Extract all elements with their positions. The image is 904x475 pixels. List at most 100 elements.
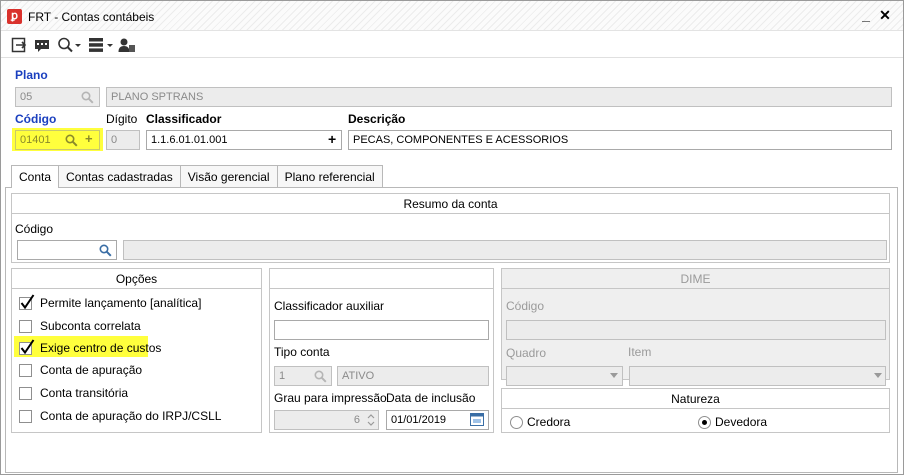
- dime-item-select: [629, 366, 886, 386]
- option-label: Subconta correlata: [40, 319, 141, 333]
- radio-devedora[interactable]: Devedora: [698, 415, 767, 429]
- dime-quadro-label: Quadro: [506, 346, 547, 360]
- option-label: Conta transitória: [40, 386, 129, 400]
- tab-bar: Conta Contas cadastradas Visão gerencial…: [11, 165, 383, 188]
- exit-button[interactable]: [11, 35, 27, 55]
- grau-impressao-value: 6: [353, 414, 360, 426]
- option-conta-apuracao[interactable]: Conta de apuração: [19, 362, 142, 378]
- natureza-title: Natureza: [502, 389, 889, 409]
- close-button[interactable]: ✕: [876, 6, 894, 24]
- toolbar: [1, 32, 903, 58]
- list-dropdown-button[interactable]: [88, 35, 114, 55]
- descricao-label: Descrição: [348, 112, 406, 126]
- plano-search-icon[interactable]: [81, 91, 94, 104]
- natureza-group: Natureza Credora Devedora: [501, 388, 890, 433]
- grau-impressao-label: Grau para impressão: [274, 391, 387, 405]
- chevron-down-icon: [874, 373, 882, 378]
- classificacao-header: [270, 269, 493, 289]
- tab-visao-gerencial[interactable]: Visão gerencial: [179, 165, 278, 187]
- message-icon: [35, 40, 49, 52]
- classificador-aux-field[interactable]: [274, 320, 489, 340]
- tipo-conta-label: Tipo conta: [274, 345, 330, 359]
- checkbox-conta-apuracao[interactable]: [19, 363, 32, 377]
- option-label: Exige centro de custos: [40, 341, 162, 355]
- radio-button-devedora[interactable]: [698, 415, 711, 429]
- plano-label: Plano: [15, 68, 48, 82]
- option-subconta-correlata[interactable]: Subconta correlata: [19, 318, 141, 334]
- digito-value: 0: [111, 134, 118, 146]
- dime-codigo-label: Código: [506, 299, 545, 313]
- resumo-group: Resumo da conta Código: [11, 193, 890, 263]
- checkbox-conta-apuracao-irpj[interactable]: [19, 409, 32, 423]
- option-exige-centro-custos[interactable]: Exige centro de custos: [19, 338, 162, 356]
- check-icon: [20, 293, 35, 309]
- dime-group: DIME Código Quadro Item: [501, 268, 890, 386]
- data-inclusao-value: 01/01/2019: [391, 414, 447, 426]
- tab-contas-cadastradas[interactable]: Contas cadastradas: [58, 165, 181, 187]
- descricao-field[interactable]: PECAS, COMPONENTES E ACESSORIOS: [348, 130, 892, 150]
- message-button[interactable]: [34, 35, 50, 55]
- option-label: Permite lançamento [analítica]: [40, 296, 202, 310]
- exit-icon: [11, 37, 27, 53]
- tab-plano-referencial[interactable]: Plano referencial: [276, 165, 383, 187]
- radio-button-credora[interactable]: [510, 415, 523, 429]
- opcoes-group: Opções Permite lançamento [analítica] Su…: [11, 268, 262, 433]
- resumo-search-icon[interactable]: [99, 244, 112, 257]
- codigo-value: 01401: [20, 134, 51, 146]
- classificador-value: 1.1.6.01.01.001: [151, 134, 228, 146]
- data-inclusao-label: Data de inclusão: [386, 391, 476, 405]
- checkbox-subconta-correlata[interactable]: [19, 319, 32, 333]
- classificacao-group: Classificador auxiliar Tipo conta 1 ATIV…: [269, 268, 494, 433]
- search-dropdown-button[interactable]: [57, 35, 81, 55]
- dime-item-label: Item: [628, 345, 652, 359]
- classificador-add-icon[interactable]: +: [328, 131, 336, 147]
- plano-name-value: PLANO SPTRANS: [111, 91, 204, 103]
- checkbox-permite-lancamento[interactable]: [19, 293, 35, 310]
- option-conta-apuracao-irpj[interactable]: Conta de apuração do IRPJ/CSLL: [19, 408, 221, 424]
- tipo-conta-search-icon: [314, 370, 327, 383]
- window-title: FRT - Contas contábeis: [28, 10, 155, 24]
- descricao-value: PECAS, COMPONENTES E ACESSORIOS: [353, 134, 569, 146]
- classificador-field[interactable]: 1.1.6.01.01.001: [146, 130, 342, 150]
- plano-code-value: 05: [20, 91, 33, 103]
- digito-label: Dígito: [106, 112, 138, 126]
- plano-name-field: PLANO SPTRANS: [106, 87, 892, 107]
- radio-label-credora: Credora: [527, 415, 571, 429]
- option-label: Conta de apuração do IRPJ/CSLL: [40, 409, 222, 423]
- tab-panel-conta: Resumo da conta Código Opções Permite la…: [5, 187, 898, 473]
- checkbox-conta-transitoria[interactable]: [19, 386, 32, 400]
- opcoes-title: Opções: [12, 269, 261, 289]
- title-bar: ꝑ FRT - Contas contábeis _ ✕: [1, 1, 903, 31]
- calendar-icon[interactable]: [470, 413, 484, 426]
- classificador-label: Classificador: [146, 112, 222, 126]
- codigo-add-icon[interactable]: +: [85, 131, 93, 146]
- grau-impressao-spinner[interactable]: 6: [274, 410, 379, 430]
- resumo-descricao-field: [123, 240, 887, 260]
- check-icon: [20, 338, 35, 354]
- option-permite-lancamento[interactable]: Permite lançamento [analítica]: [19, 293, 202, 311]
- radio-label-devedora: Devedora: [715, 415, 768, 429]
- main-window: ꝑ FRT - Contas contábeis _ ✕ Plano 05 PL…: [0, 0, 904, 475]
- option-label: Conta de apuração: [40, 363, 143, 377]
- resumo-title: Resumo da conta: [12, 194, 889, 214]
- radio-credora[interactable]: Credora: [510, 415, 570, 429]
- spinner-arrows-icon[interactable]: [366, 413, 376, 427]
- option-conta-transitoria[interactable]: Conta transitória: [19, 385, 128, 401]
- dime-codigo-field: [506, 320, 886, 340]
- user-button[interactable]: [118, 35, 136, 55]
- user-icon: [118, 38, 135, 52]
- resumo-codigo-label: Código: [15, 222, 54, 236]
- search-icon: [58, 37, 81, 53]
- tipo-conta-name-field: ATIVO: [337, 366, 489, 386]
- codigo-search-icon[interactable]: [65, 134, 78, 147]
- tipo-conta-name-value: ATIVO: [342, 370, 375, 382]
- tab-conta[interactable]: Conta: [11, 165, 60, 188]
- dime-title: DIME: [502, 269, 889, 289]
- digito-field: 0: [106, 130, 140, 150]
- minimize-button[interactable]: _: [857, 6, 875, 24]
- codigo-label: Código: [15, 112, 57, 126]
- radio-selected-dot: [702, 419, 707, 425]
- dime-quadro-select: [506, 366, 623, 386]
- classificador-aux-label: Classificador auxiliar: [274, 299, 385, 313]
- checkbox-exige-centro-custos[interactable]: [19, 338, 35, 355]
